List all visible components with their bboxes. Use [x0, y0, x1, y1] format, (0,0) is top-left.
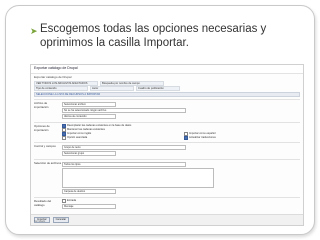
checkbox-icon[interactable]: [62, 136, 66, 140]
slide-frame: ➤ Escogemos todas las opciones necesaria…: [5, 5, 315, 235]
language-select[interactable]: Idioma de contenido: [62, 114, 116, 119]
checkbox-icon[interactable]: [62, 199, 66, 203]
cancel-button[interactable]: Cancelar: [52, 217, 70, 223]
status-text: Terminado: [34, 220, 46, 223]
result-entry[interactable]: Entrada: [62, 199, 300, 203]
bullet-item: ➤ Escogemos todas las opciones necesaria…: [30, 22, 310, 50]
checkbox-icon[interactable]: [184, 136, 188, 140]
section-fields: Control y campos Grupo de texto Seleccio…: [34, 142, 300, 157]
text-group-field[interactable]: Grupo de texto: [62, 145, 186, 150]
section-label: Control y campos: [34, 144, 56, 148]
section-label: Archivo de importación: [34, 101, 49, 109]
option-checkbox[interactable]: Opción avanzada: [62, 136, 178, 140]
screenshot-footer: Importar Cancelar Terminado: [31, 214, 303, 225]
section-result: Resultado del catálogo Entrada Mensaje: [34, 197, 300, 210]
file-status-field: No se ha seleccionado ningún archivo: [62, 108, 186, 113]
file-type-select[interactable]: Todos los tipos: [62, 162, 186, 167]
file-list-area[interactable]: [62, 168, 214, 188]
section-import-options: Opciones de importación Reemplazar las c…: [34, 122, 300, 140]
embedded-screenshot: Exportar catálogo de Drupal Exportar cat…: [30, 64, 304, 226]
file-input[interactable]: Seleccionar archivo: [62, 102, 116, 107]
filters-panel: VER TODOS LOS ARCHIVOS AFECTADOS Búsqued…: [34, 81, 300, 91]
group-select[interactable]: Seleccionar grupo: [62, 151, 116, 156]
section-label: Opciones de importación: [34, 124, 50, 132]
message-field: Mensaje: [62, 204, 116, 209]
option-checkbox[interactable]: Actualizar traducciones: [184, 136, 300, 140]
section-file-selection: Selección de archivos Todos los tipos Ca…: [34, 159, 300, 195]
import-selector-bar[interactable]: SELECCIONE LA LISTA DE RECURSOS A IMPORT…: [34, 92, 300, 97]
destination-field[interactable]: Carpeta de destino: [62, 189, 116, 194]
filter-cell[interactable]: Cuadro de publicación: [136, 86, 180, 91]
screenshot-subtitle: Exportar catálogo de Drupal: [34, 75, 72, 79]
section-label: Resultado del catálogo: [34, 199, 52, 207]
section-import-file: Archivo de importación Seleccionar archi…: [34, 99, 300, 120]
section-label: Selección de archivos: [34, 161, 62, 165]
bullet-icon: ➤: [30, 26, 38, 36]
screenshot-title: Exportar catálogo de Drupal: [31, 65, 303, 74]
filter-cell[interactable]: Autor: [90, 86, 134, 91]
filter-cell[interactable]: Tipo de contenido: [34, 86, 88, 91]
bullet-text: Escogemos todas las opciones necesarias …: [40, 23, 267, 49]
